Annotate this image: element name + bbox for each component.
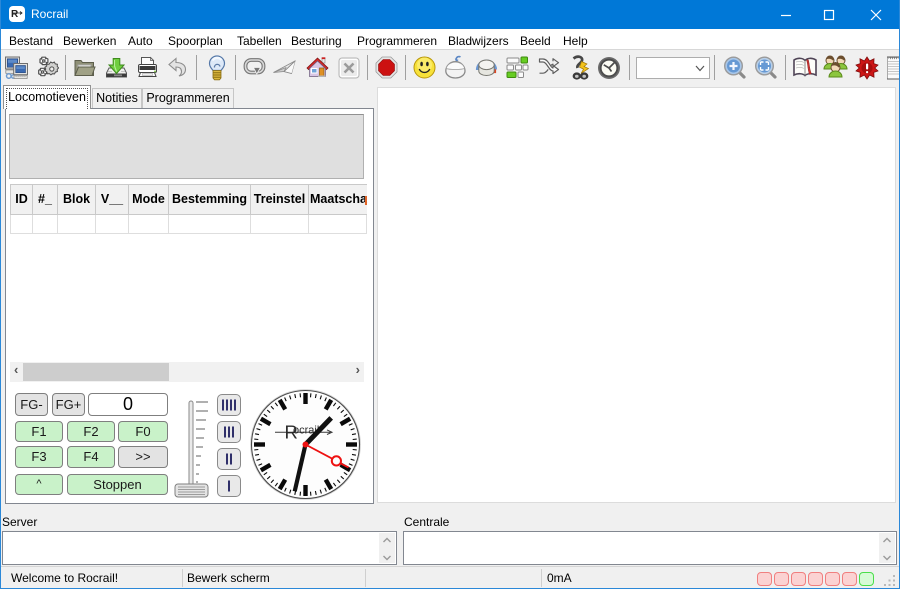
svg-text:R: R	[11, 9, 19, 20]
